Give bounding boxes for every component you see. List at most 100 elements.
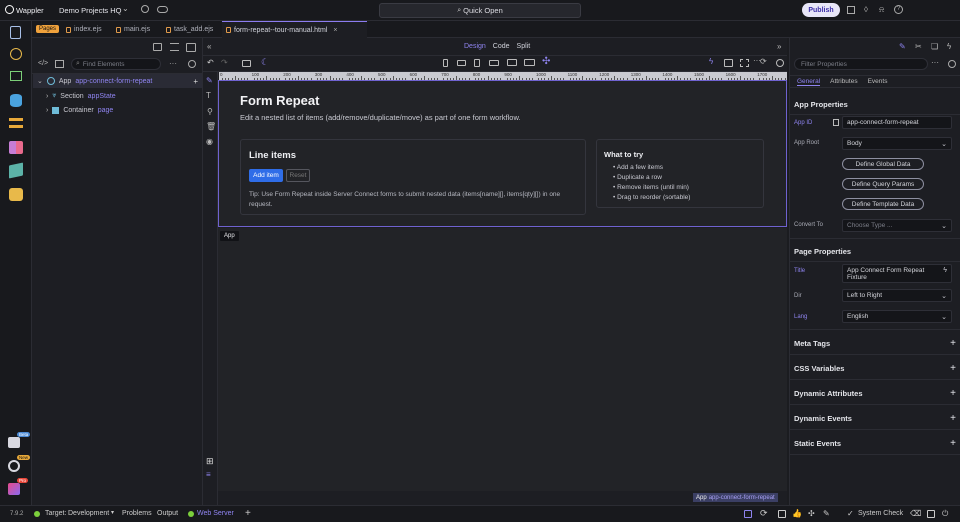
web-server-tab[interactable]: Web Server [197, 510, 234, 517]
code-view-icon[interactable]: </> [38, 60, 48, 67]
component-icon[interactable] [55, 60, 64, 68]
publish-button[interactable]: Publish [802, 3, 840, 17]
redo-icon[interactable]: ↷ [221, 58, 228, 67]
quick-open-bar[interactable]: ⌕ Quick Open [379, 3, 581, 18]
device-desktop-icon[interactable] [507, 59, 517, 66]
mode-design[interactable]: Design [464, 43, 486, 50]
text-icon[interactable]: T [206, 91, 211, 100]
git-icon[interactable] [10, 48, 22, 60]
book-icon[interactable] [847, 6, 855, 14]
save-icon[interactable] [927, 510, 935, 518]
pages-icon[interactable] [10, 26, 21, 39]
hierarchy-icon[interactable] [186, 43, 196, 52]
add-icon[interactable]: + [245, 508, 251, 519]
more-options-icon[interactable]: ··· [169, 59, 177, 68]
define-query-params-button[interactable]: Define Query Params [842, 178, 924, 190]
flame-icon[interactable]: ◊ [864, 5, 868, 14]
dark-mode-icon[interactable]: ☾ [261, 57, 269, 68]
static-events-section[interactable]: Static Events + [794, 437, 956, 449]
eye-icon[interactable]: ◉ [206, 137, 213, 146]
bolt-icon[interactable]: ϟ [709, 57, 713, 66]
tab-index[interactable]: index.ejs [62, 21, 106, 38]
image-icon[interactable] [724, 59, 733, 67]
cloud-icon[interactable] [157, 6, 168, 13]
app-id-field[interactable]: app-connect-form-repeat [842, 116, 952, 129]
device-wide-icon[interactable] [524, 59, 535, 66]
find-elements-input[interactable]: ⌕ Find Elements [71, 58, 161, 70]
lightning-icon[interactable]: ϟ [947, 42, 951, 51]
dynamic-events-section[interactable]: Dynamic Events + [794, 412, 956, 424]
trash-icon[interactable]: 🗑 [206, 122, 216, 131]
dynamic-attributes-section[interactable]: Dynamic Attributes + [794, 387, 956, 399]
power-icon[interactable]: ⏻ [942, 509, 948, 519]
target-selector[interactable]: Development [68, 510, 109, 517]
plus-icon[interactable]: + [950, 388, 956, 399]
chevron-right-icon[interactable]: › [46, 93, 48, 100]
tree-item-app[interactable]: ⌄ App app-connect-form-repeat + [33, 74, 202, 88]
tab-task-add[interactable]: task_add.ejs [162, 21, 217, 38]
chevron-down-icon[interactable]: ▾ [111, 509, 114, 516]
tab-events[interactable]: Events [868, 78, 888, 85]
collapse-right-icon[interactable]: » [777, 42, 781, 51]
help-icon[interactable] [188, 60, 196, 68]
device-mobile-icon[interactable] [443, 59, 448, 67]
output-tab[interactable]: Output [157, 510, 178, 517]
theme-icon[interactable] [9, 141, 23, 154]
tab-form-repeat[interactable]: form-repeat--tour-manual.html × [222, 21, 367, 38]
help-icon[interactable]: ? [894, 5, 903, 14]
app-root-select[interactable]: Body ⌄ [842, 137, 952, 150]
undo-icon[interactable]: ↶ [207, 58, 214, 67]
thumbs-up-icon[interactable]: 👍 [792, 509, 802, 518]
tree-item-section[interactable]: › ⩔ Section appState [36, 89, 200, 103]
mode-split[interactable]: Split [517, 43, 531, 50]
lang-select[interactable]: English ⌄ [842, 310, 952, 323]
database-icon[interactable] [10, 94, 22, 107]
layers-icon[interactable]: ❏ [931, 42, 938, 51]
tools-icon[interactable]: ✂ [915, 42, 922, 51]
define-template-data-button[interactable]: Define Template Data [842, 198, 924, 210]
grid-icon[interactable] [740, 59, 749, 67]
layout-icon[interactable] [744, 510, 752, 518]
title-field[interactable]: App Connect Form Repeat Fixture ϟ [842, 264, 952, 283]
system-check-button[interactable]: System Check [858, 510, 903, 517]
camera-icon[interactable] [242, 60, 251, 67]
problems-tab[interactable]: Problems [122, 510, 152, 517]
edit-properties-icon[interactable]: ✎ [899, 42, 906, 51]
puzzle-icon[interactable]: ✣ [808, 509, 815, 518]
edit-icon[interactable]: ✎ [206, 76, 213, 85]
ai-assistant-icon[interactable] [9, 188, 23, 201]
mode-code[interactable]: Code [493, 43, 510, 50]
panel-icon[interactable]: ≡ [206, 470, 211, 479]
apps-grid-icon[interactable]: ⊞ [206, 456, 214, 467]
bell-icon[interactable]: ⍾ [879, 5, 884, 15]
layers-icon[interactable] [9, 162, 23, 179]
refresh-icon[interactable]: ⟳ [760, 57, 767, 66]
plus-icon[interactable]: + [950, 438, 956, 449]
reset-button[interactable]: Reset [286, 169, 310, 182]
refresh-icon[interactable]: ⟳ [760, 508, 768, 519]
chevron-down-icon[interactable]: ⌄ [122, 4, 129, 13]
collapse-left-icon[interactable]: « [207, 42, 211, 51]
device-mobile-landscape-icon[interactable] [457, 60, 466, 66]
device-laptop-icon[interactable] [489, 60, 499, 66]
page-canvas[interactable]: Form Repeat Edit a nested list of items … [218, 80, 787, 227]
help-icon[interactable] [776, 59, 784, 67]
meta-tags-section[interactable]: Meta Tags + [794, 337, 956, 349]
external-link-icon[interactable] [778, 510, 786, 518]
plus-icon[interactable]: + [950, 338, 956, 349]
chevron-right-icon[interactable]: › [46, 107, 48, 114]
eraser-icon[interactable]: ⌫ [910, 509, 921, 518]
tab-general[interactable]: General [797, 78, 821, 86]
convert-to-select[interactable]: Choose Type ... ⌄ [842, 219, 952, 232]
tab-main[interactable]: main.ejs [112, 21, 154, 38]
chevron-down-icon[interactable]: ⌄ [37, 77, 43, 85]
element-breadcrumb[interactable]: App app-connect-form-repeat [693, 493, 778, 502]
gear-icon[interactable] [141, 5, 149, 13]
plus-icon[interactable]: + [950, 413, 956, 424]
more-options-icon[interactable]: ··· [931, 58, 939, 67]
add-item-button[interactable]: Add item [249, 169, 283, 182]
brush-icon[interactable]: ✎ [823, 509, 830, 518]
list-tree-icon[interactable] [170, 43, 179, 51]
device-tablet-icon[interactable] [474, 59, 480, 67]
define-global-data-button[interactable]: Define Global Data [842, 158, 924, 170]
